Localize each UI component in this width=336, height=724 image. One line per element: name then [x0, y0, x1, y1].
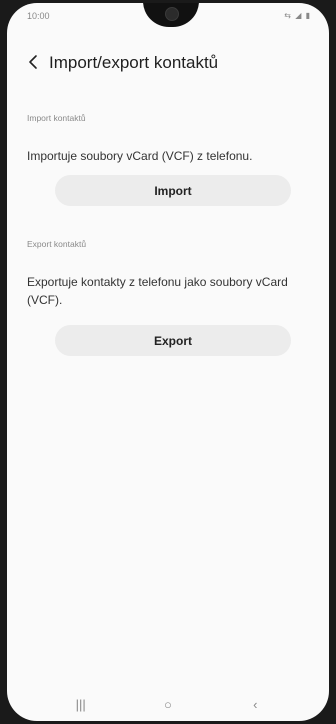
page-title: Import/export kontaktů [49, 53, 219, 72]
status-icons: ⇆ ◢ ▮ [284, 11, 311, 20]
export-button[interactable]: Export [55, 325, 291, 356]
export-section-label: Export kontaktů [27, 239, 87, 249]
status-time: 10:00 [27, 11, 50, 21]
import-section-label: Import kontaktů [27, 113, 86, 123]
chevron-left-icon [29, 55, 37, 69]
export-description: Exportuje kontakty z telefonu jako soubo… [27, 275, 288, 307]
home-button[interactable]: ○ [148, 697, 188, 712]
app-header: Import/export kontaktů [7, 47, 329, 81]
nav-back-button[interactable]: ‹ [235, 697, 275, 712]
camera-icon [165, 7, 179, 21]
back-button[interactable] [21, 49, 45, 75]
navigation-bar: ||| ○ ‹ [7, 687, 329, 721]
import-description: Importuje soubory vCard (VCF) z telefonu… [27, 149, 253, 163]
phone-screen: 10:00 ⇆ ◢ ▮ Import/export kontaktů Impor… [7, 3, 329, 721]
import-button[interactable]: Import [55, 175, 291, 206]
recents-button[interactable]: ||| [61, 697, 101, 712]
